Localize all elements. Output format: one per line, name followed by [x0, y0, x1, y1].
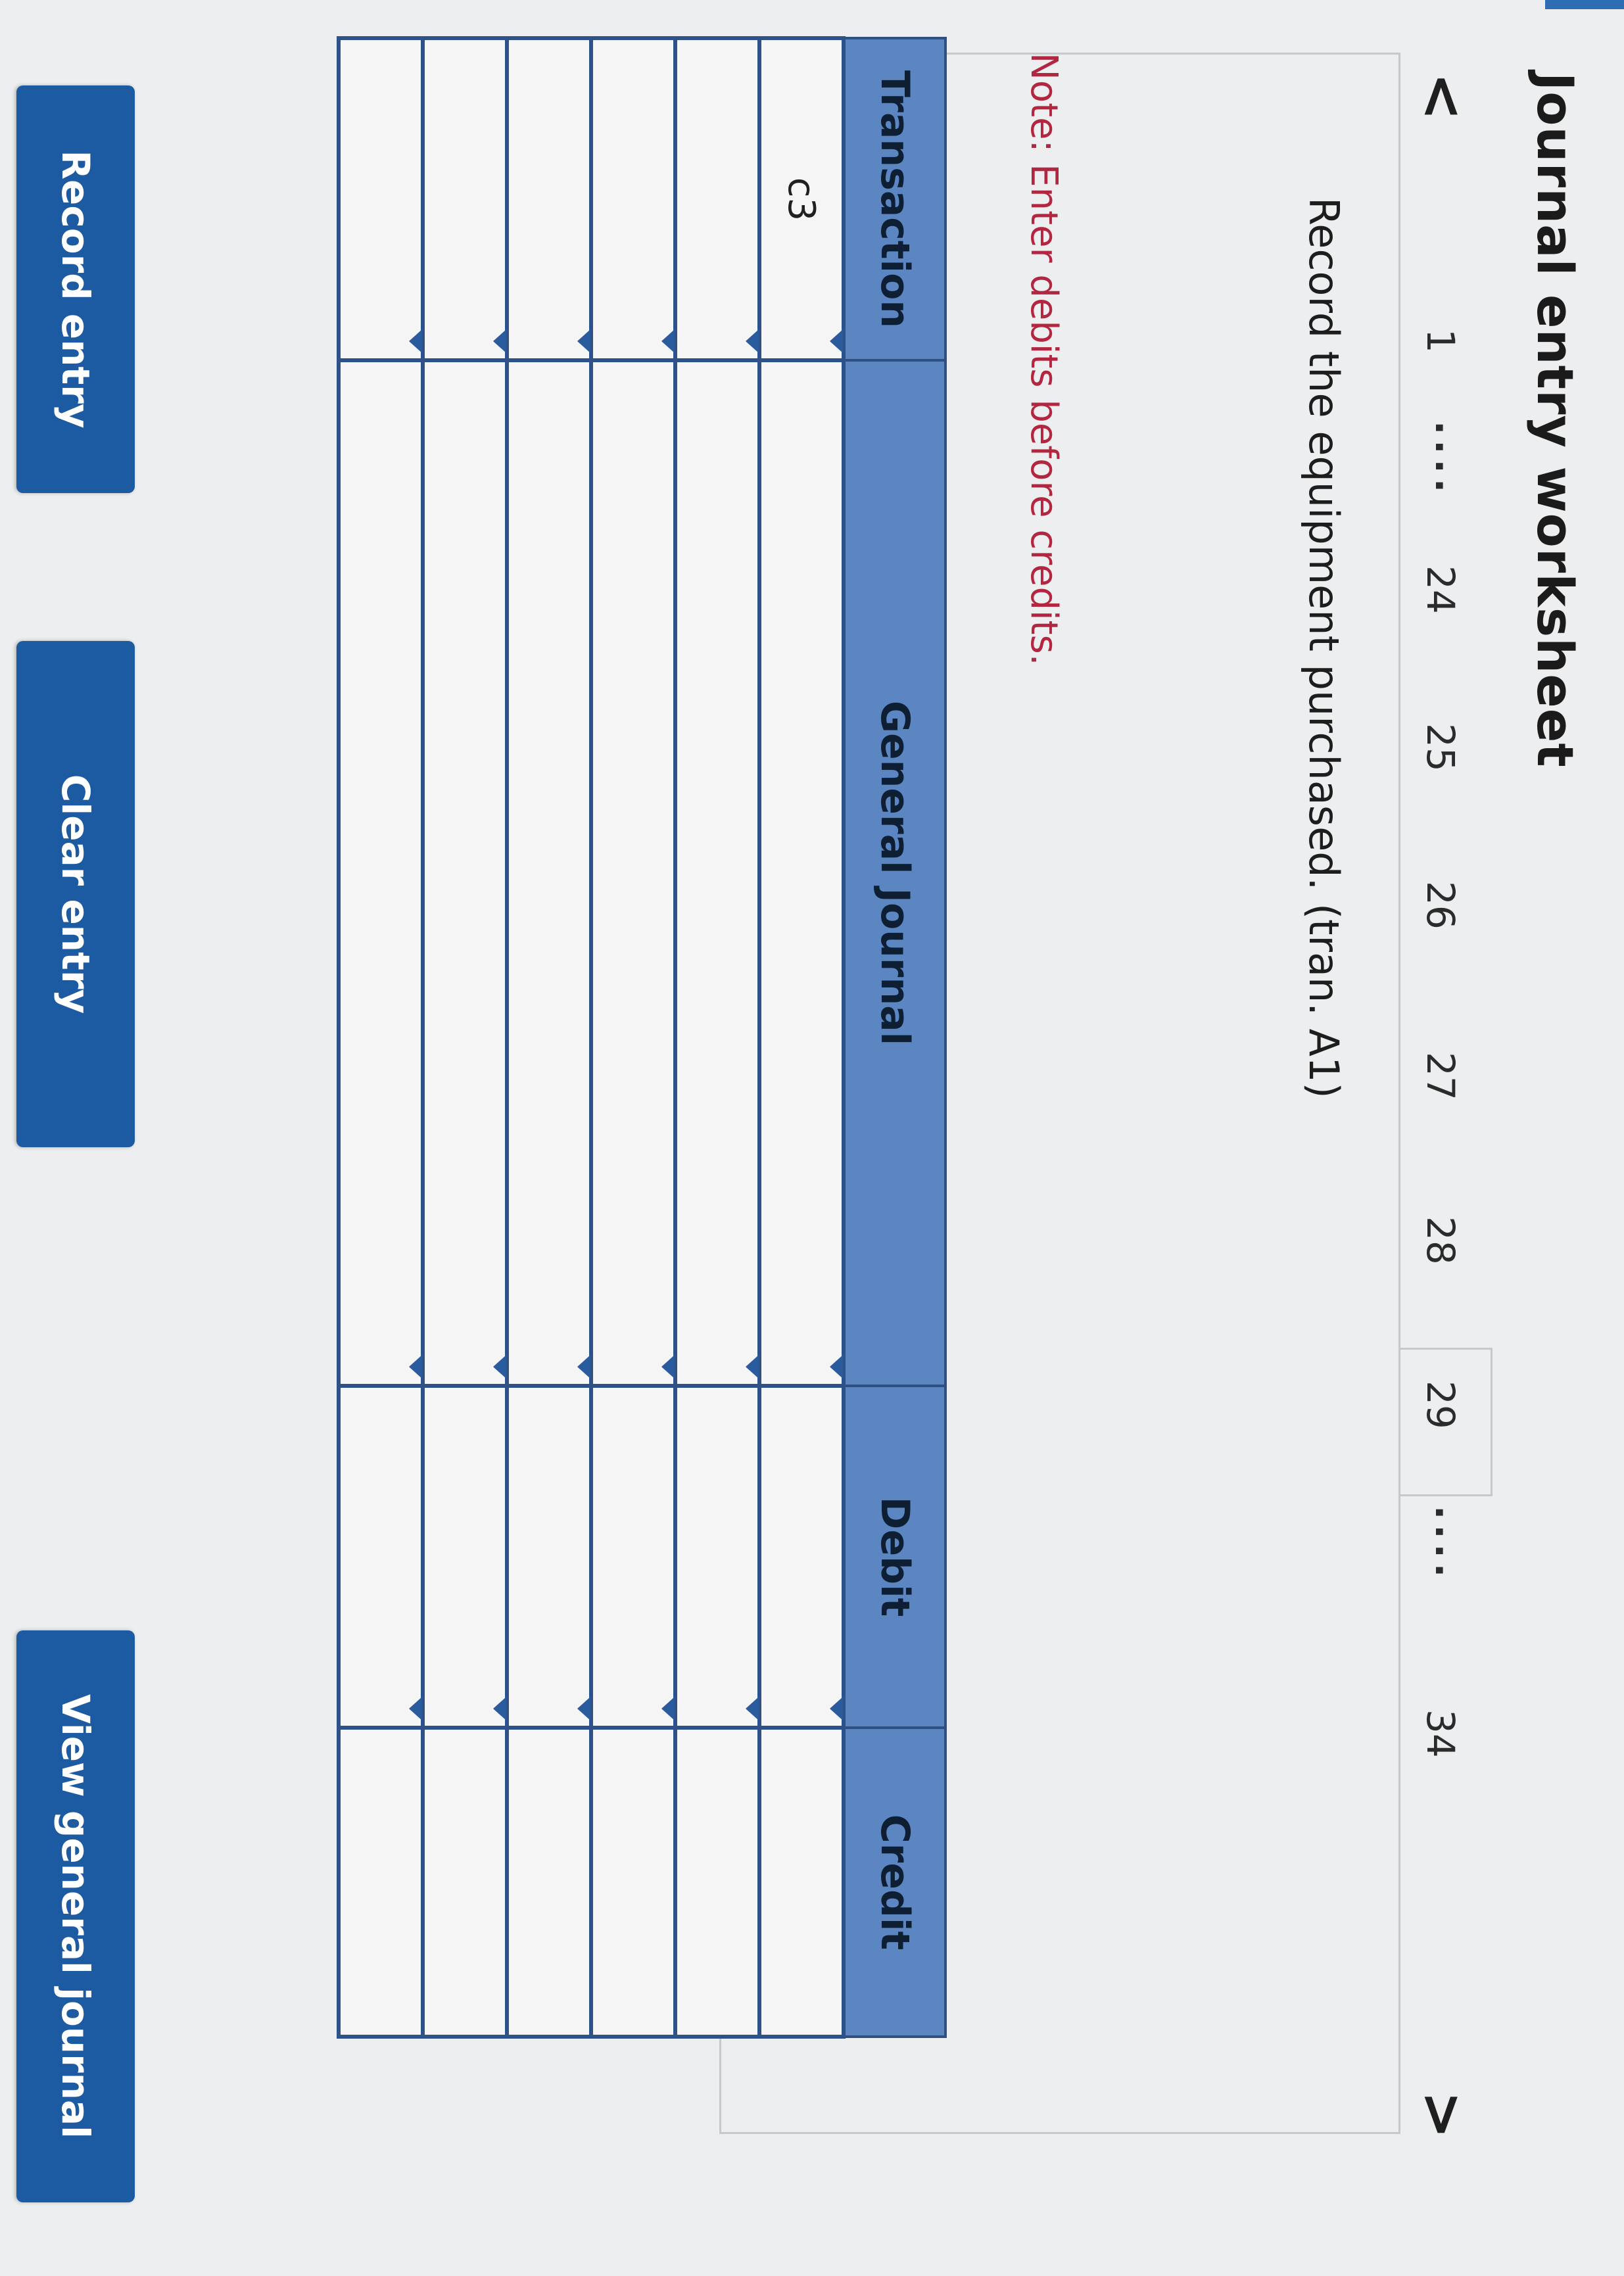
clear-entry-button[interactable]: Clear entry [16, 641, 135, 1147]
journal-table: Transaction General Journal Debit Credit… [337, 36, 947, 2039]
page-26[interactable]: 26 [1418, 881, 1463, 930]
credit-cell[interactable] [675, 1728, 759, 2037]
transaction-cell[interactable] [339, 38, 423, 360]
header-transaction: Transaction [844, 38, 945, 360]
debit-cell[interactable] [507, 1386, 591, 1728]
transaction-cell[interactable] [675, 38, 759, 360]
table-row [423, 38, 507, 2037]
account-cell[interactable] [507, 360, 591, 1386]
note-text: Note: Enter debits before credits. [1022, 53, 1065, 666]
corner-accent [1545, 0, 1624, 9]
table-row [591, 38, 675, 2037]
debit-cell[interactable] [339, 1386, 423, 1728]
credit-cell[interactable] [339, 1728, 423, 2037]
header-general-journal: General Journal [844, 360, 945, 1386]
transaction-cell[interactable] [507, 38, 591, 360]
page-1[interactable]: 1 [1418, 329, 1463, 353]
transaction-cell[interactable] [423, 38, 507, 360]
transaction-prompt: Record the equipment purchased. (tran. A… [1300, 197, 1348, 1099]
worksheet-stage: Journal entry worksheet < 1 .... 24 25 2… [0, 0, 1624, 2276]
header-credit: Credit [844, 1728, 945, 2037]
account-cell[interactable] [675, 360, 759, 1386]
transaction-cell[interactable]: c3 [759, 38, 844, 360]
next-arrow-icon[interactable]: > [1409, 2091, 1477, 2139]
account-cell[interactable] [423, 360, 507, 1386]
table-row: c3 [759, 38, 844, 2037]
page-34[interactable]: 34 [1418, 1709, 1463, 1758]
debit-cell[interactable] [675, 1386, 759, 1728]
prev-arrow-icon[interactable]: < [1409, 72, 1477, 121]
credit-cell[interactable] [423, 1728, 507, 2037]
pager-ellipsis-left: .... [1427, 421, 1469, 498]
credit-cell[interactable] [759, 1728, 844, 2037]
account-cell[interactable] [339, 360, 423, 1386]
debit-cell[interactable] [423, 1386, 507, 1728]
credit-cell[interactable] [507, 1728, 591, 2037]
page-27[interactable]: 27 [1418, 1052, 1463, 1101]
account-cell[interactable] [759, 360, 844, 1386]
table-header-row: Transaction General Journal Debit Credit [844, 38, 945, 2037]
transaction-cell[interactable] [591, 38, 675, 360]
view-general-journal-button[interactable]: View general journal [16, 1630, 135, 2202]
page-28[interactable]: 28 [1418, 1216, 1463, 1265]
table-row [675, 38, 759, 2037]
table-row [339, 38, 423, 2037]
page-24[interactable]: 24 [1418, 565, 1463, 614]
credit-cell[interactable] [591, 1728, 675, 2037]
debit-cell[interactable] [591, 1386, 675, 1728]
header-debit: Debit [844, 1386, 945, 1728]
debit-cell[interactable] [759, 1386, 844, 1728]
record-entry-button[interactable]: Record entry [16, 85, 135, 493]
page-25[interactable]: 25 [1418, 723, 1463, 772]
account-cell[interactable] [591, 360, 675, 1386]
table-row [507, 38, 591, 2037]
pager-ellipsis-right: .... [1427, 1505, 1469, 1583]
page-title: Journal entry worksheet [1526, 72, 1585, 768]
page-29[interactable]: 29 [1418, 1381, 1463, 1429]
